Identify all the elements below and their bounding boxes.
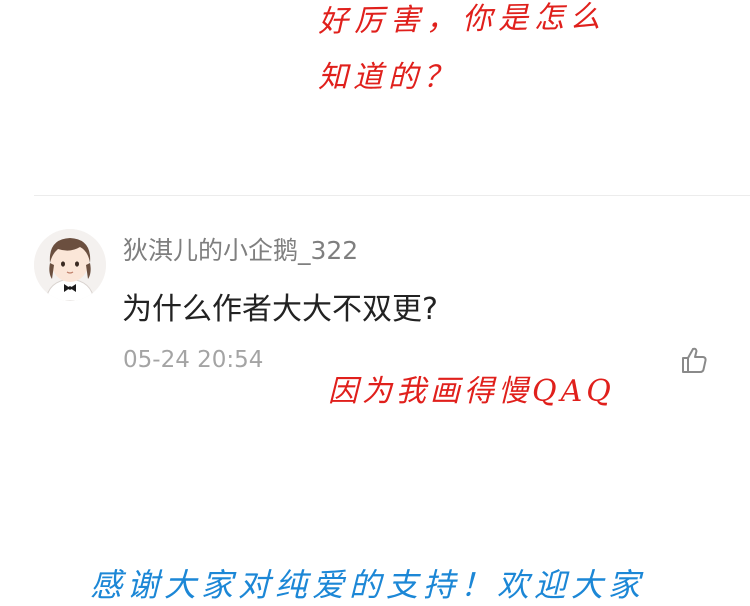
handwritten-reply-top-line-2: 知道的？ [318, 60, 458, 95]
handwritten-reply-middle: 因为我画得慢QAQ [328, 374, 615, 409]
comment-username[interactable]: 狄淇儿的小企鹅_322 [123, 231, 358, 267]
thumbs-up-icon [682, 347, 707, 373]
avatar[interactable] [34, 229, 106, 301]
comment-divider [34, 195, 750, 196]
handwritten-note-bottom: 感谢大家对纯爱的支持！欢迎大家 [90, 566, 646, 604]
comment-text: 为什么作者大大不双更? [122, 292, 438, 327]
like-button[interactable] [678, 344, 710, 376]
avatar-girl-icon [34, 229, 106, 301]
comment-timestamp: 05-24 20:54 [123, 347, 264, 373]
handwritten-reply-top-line-1: 好厉害，你是怎么 [317, 0, 607, 40]
